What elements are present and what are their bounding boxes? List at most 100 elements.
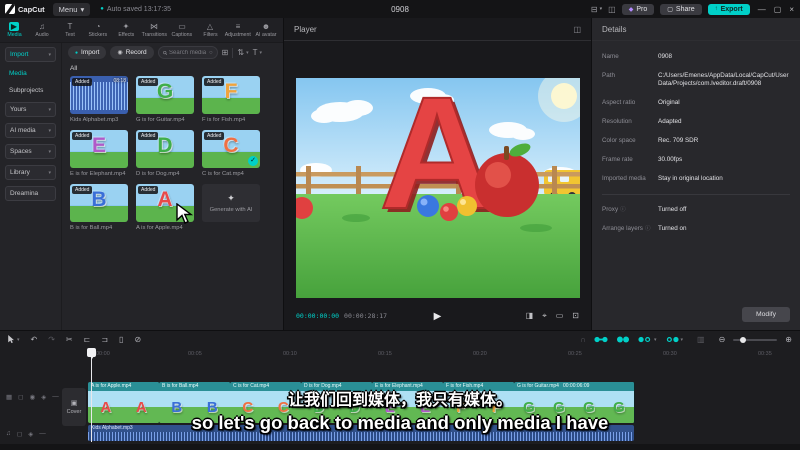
audio-icon: ♫ xyxy=(39,22,45,31)
sidebar-item-dreamina[interactable]: Dreamina xyxy=(5,186,56,201)
detail-row-path: Path C:/Users/Emenes/AppData/Local/CapCut… xyxy=(602,72,789,87)
search-box[interactable]: ○ xyxy=(157,46,218,59)
chevron-down-icon: ▾ xyxy=(48,106,51,113)
chevron-down-icon[interactable]: ▾ xyxy=(600,6,603,12)
media-name: D is for Dog.mp4 xyxy=(136,171,180,177)
subtitle-english: so let's go back to media and only media… xyxy=(191,412,609,433)
sidebar-item-ai-media[interactable]: AI media ▾ xyxy=(5,123,56,138)
tab-media[interactable]: ▶ Media xyxy=(0,22,28,38)
tab-text[interactable]: T Text xyxy=(56,22,84,38)
chevron-down-icon: ▾ xyxy=(246,49,249,56)
media-tile-video[interactable]: G Added G is for Guitar.mp4 xyxy=(136,76,194,123)
media-tile-video[interactable]: C Added ✓ C is for Cat.mp4 xyxy=(202,130,260,177)
added-badge: Added xyxy=(138,78,159,86)
layout-toggle-icon[interactable]: ⊟ xyxy=(591,5,598,14)
tab-ai-avatar[interactable]: ☻ AI avatar xyxy=(252,22,280,38)
player-display-mode-icon[interactable]: ◫ xyxy=(573,25,581,34)
filters-icon: △ xyxy=(206,22,214,31)
sidebar-item-yours[interactable]: Yours ▾ xyxy=(5,102,56,117)
search-input[interactable] xyxy=(169,49,208,56)
added-badge: Added xyxy=(138,186,159,194)
sidebar-item-media[interactable]: Media xyxy=(5,68,56,79)
info-icon[interactable]: ⓘ xyxy=(645,226,651,232)
player-header-label: Player xyxy=(294,24,317,34)
mirror-preview-icon[interactable]: ◨ xyxy=(526,311,534,321)
added-badge: Added xyxy=(72,186,93,194)
mouse-cursor xyxy=(176,203,193,224)
export-icon: ↑ xyxy=(714,6,718,12)
playhead-handle[interactable] xyxy=(87,348,96,359)
tab-filters[interactable]: △ Filters xyxy=(196,22,224,38)
waveform xyxy=(70,82,128,110)
section-label-all[interactable]: All xyxy=(70,65,283,72)
tab-effects[interactable]: ✦ Effects xyxy=(112,22,140,38)
media-name: F is for Fish.mp4 xyxy=(202,117,246,123)
panel-layout-icon[interactable]: ◫ xyxy=(608,5,616,14)
toolbar-divider xyxy=(232,47,234,58)
record-icon: ◉ xyxy=(117,50,123,56)
menu-button[interactable]: Menu ▾ xyxy=(52,2,91,16)
chevron-down-icon: ▾ xyxy=(259,49,262,56)
player-controls: 00:00:00:00 00:00:28:17 ▶ ◨ ⌖ ▭ ⊡ xyxy=(284,302,591,330)
capcut-window: CapCut Menu ▾ ● Auto saved 13:17:35 0908… xyxy=(0,0,800,450)
titlebar: CapCut Menu ▾ ● Auto saved 13:17:35 0908… xyxy=(0,0,800,18)
sidebar-item-library[interactable]: Library ▾ xyxy=(5,165,56,180)
chevron-down-icon: ▾ xyxy=(48,148,51,155)
autosave-status: ● Auto saved 13:17:35 xyxy=(100,5,172,13)
chevron-down-icon: ▾ xyxy=(48,169,51,176)
media-toolbar: ● Import ◉ Record ○ ⊞ ⇅ ▾ xyxy=(62,43,283,61)
media-name: B is for Ball.mp4 xyxy=(70,225,113,231)
record-button[interactable]: ◉ Record xyxy=(110,46,154,59)
modify-button[interactable]: Modify xyxy=(741,307,790,322)
tab-captions[interactable]: ▭ Captions xyxy=(168,22,196,38)
capcut-logo: CapCut xyxy=(5,4,45,14)
ai-avatar-icon: ☻ xyxy=(261,22,271,31)
sort-icon[interactable]: ⇅ xyxy=(237,48,244,57)
media-name: E is for Elephant.mp4 xyxy=(70,171,126,177)
player-panel: Player ◫ A A 00:00:00:00 00:00:28:17 ▶ ◨… xyxy=(284,18,591,330)
type-filter-icon[interactable]: T xyxy=(253,48,258,57)
media-name: C is for Cat.mp4 xyxy=(202,171,244,177)
export-button[interactable]: ↑ Export xyxy=(707,3,750,15)
full-view-icon[interactable]: ⌖ xyxy=(542,311,547,321)
sidebar-item-subprojects[interactable]: Subprojects xyxy=(5,85,56,96)
detail-row-aspect-ratio: Aspect ratio Original xyxy=(602,99,680,106)
minimize-button[interactable]: — xyxy=(758,5,766,14)
media-tile-video[interactable]: E Added E is for Elephant.mp4 xyxy=(70,130,128,177)
close-button[interactable]: × xyxy=(789,5,794,14)
tab-stickers[interactable]: ◔ Stickers xyxy=(84,22,112,38)
video-thumbnail: C Added ✓ xyxy=(202,130,260,168)
maximize-button[interactable]: ▢ xyxy=(774,5,782,14)
media-tile-video[interactable]: B Added B is for Ball.mp4 xyxy=(70,184,128,231)
effects-icon: ✦ xyxy=(122,22,130,31)
preview-canvas[interactable]: A A xyxy=(291,62,590,298)
autosave-dot-icon: ● xyxy=(100,6,104,12)
import-button[interactable]: ● Import xyxy=(68,46,107,59)
add-to-timeline-icon[interactable]: ✓ xyxy=(248,156,258,166)
info-icon[interactable]: ⓘ xyxy=(620,207,626,213)
media-tile-audio[interactable]: Added 08:18 Kids Alphabet.mp3 xyxy=(70,76,128,123)
search-scope-icon[interactable]: ○ xyxy=(209,50,213,56)
media-sidebar: Import ▾ Media Subprojects Yours ▾ AI medi… xyxy=(0,43,62,330)
generate-with-ai-tile[interactable]: ✦ Generate with AI xyxy=(202,184,260,231)
duration-label: 08:18 xyxy=(113,78,126,84)
tab-adjustment[interactable]: ≡ Adjustment xyxy=(224,22,252,38)
share-button[interactable]: ▢ Share xyxy=(660,3,702,15)
sidebar-item-spaces[interactable]: Spaces ▾ xyxy=(5,144,56,159)
tab-audio[interactable]: ♫ Audio xyxy=(28,22,56,38)
ratio-icon[interactable]: ▭ xyxy=(556,311,564,321)
video-thumbnail: F Added xyxy=(202,76,260,114)
video-thumbnail: B Added xyxy=(70,184,128,222)
text-icon: T xyxy=(67,22,73,31)
timeline-scroll-strip[interactable] xyxy=(0,444,800,450)
tab-transitions[interactable]: ⋈ Transitions xyxy=(140,22,168,38)
fullscreen-icon[interactable]: ⊡ xyxy=(572,311,579,321)
media-tile-video[interactable]: D Added D is for Dog.mp4 xyxy=(136,130,194,177)
detail-row-proxy: Proxy ⓘ Turned off xyxy=(602,206,687,213)
pro-button[interactable]: ◆ Pro xyxy=(621,3,655,15)
grid-view-icon[interactable]: ⊞ xyxy=(222,48,229,57)
sidebar-item-import[interactable]: Import ▾ xyxy=(5,47,56,62)
media-tile-video[interactable]: F Added F is for Fish.mp4 xyxy=(202,76,260,123)
video-thumbnail: E Added xyxy=(70,130,128,168)
added-badge: Added xyxy=(72,132,93,140)
